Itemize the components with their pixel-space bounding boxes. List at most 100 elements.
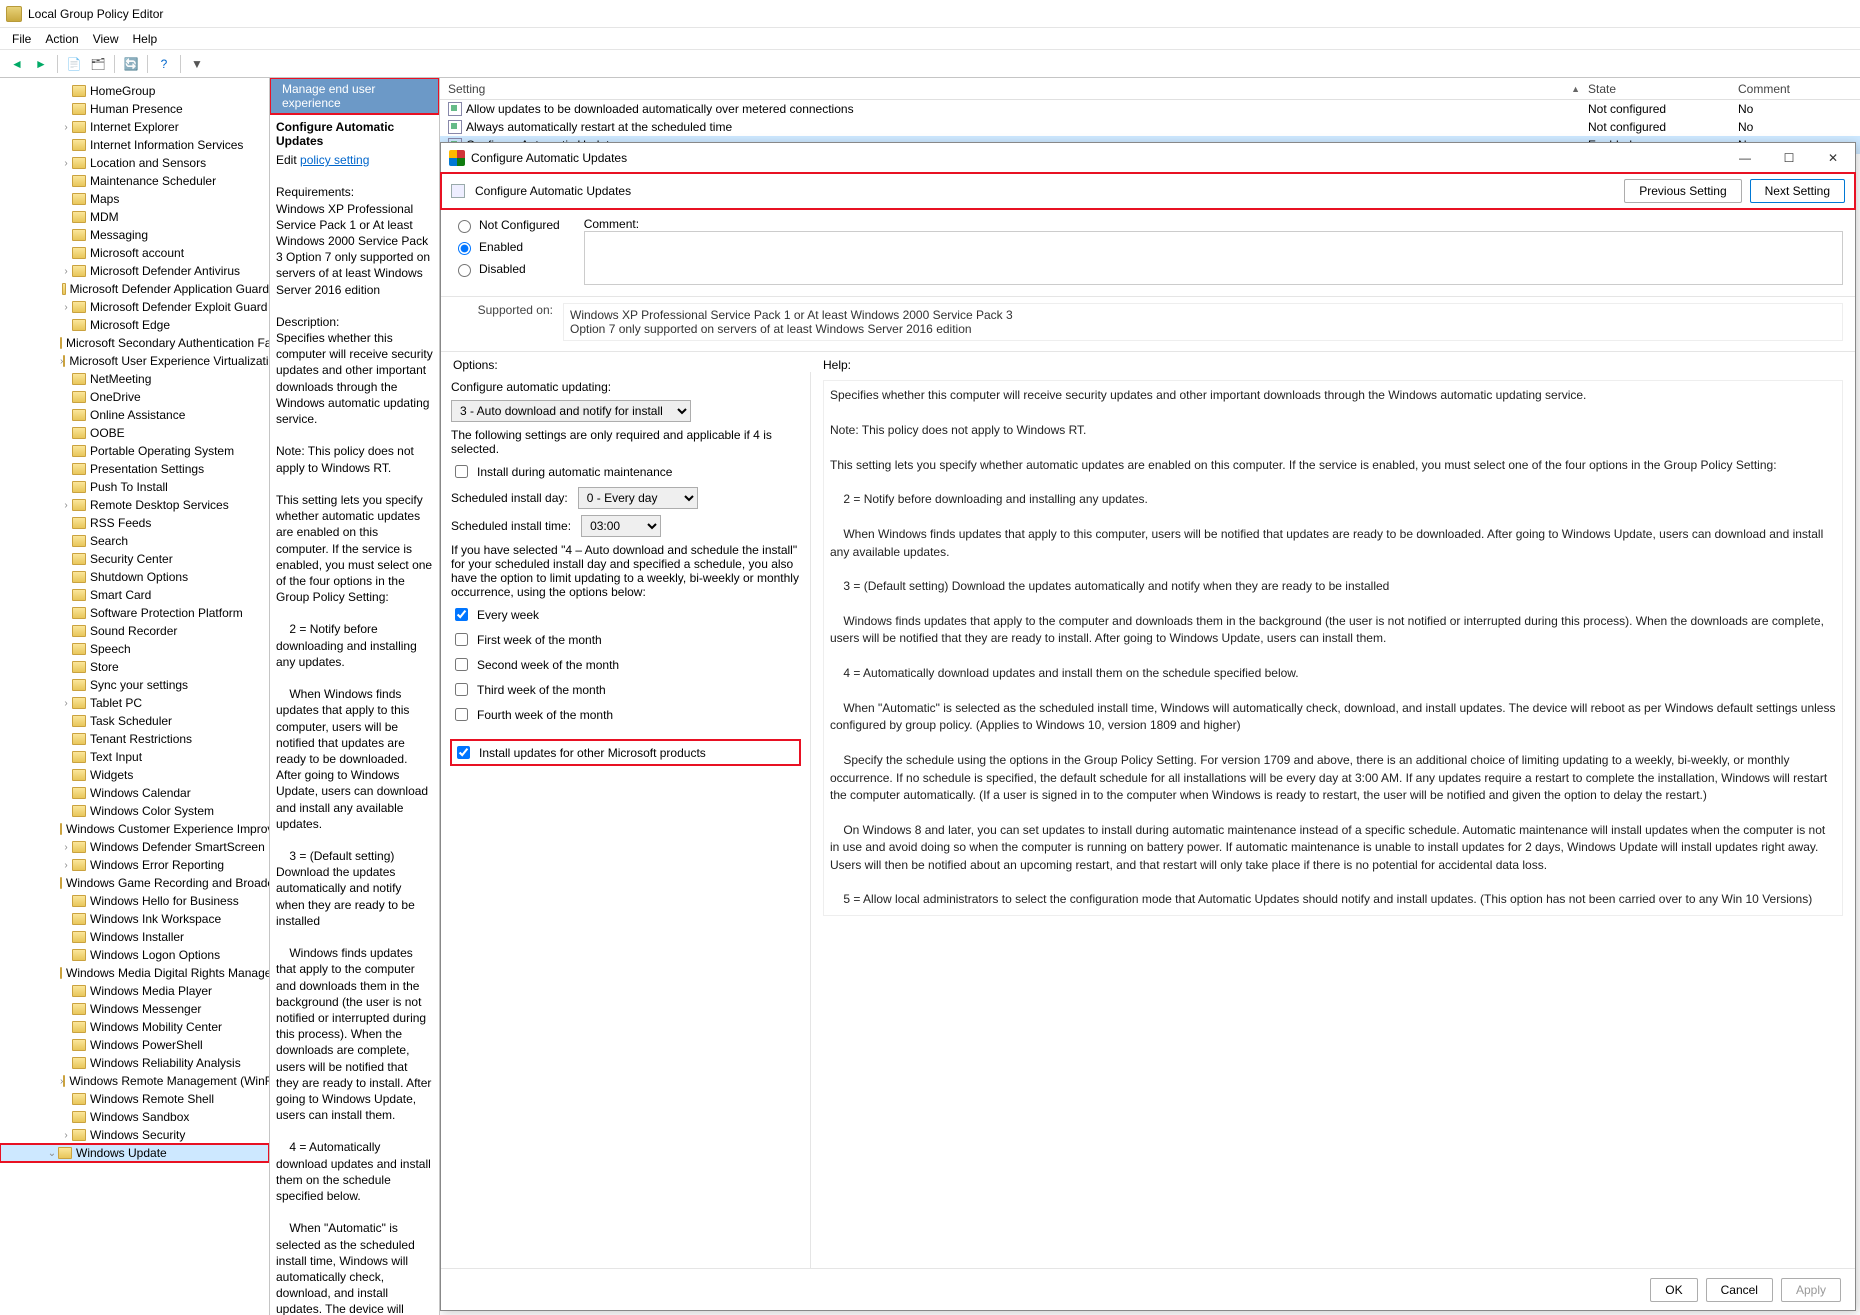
apply-button[interactable]: Apply — [1781, 1278, 1841, 1302]
tree-item[interactable]: Maps — [0, 190, 269, 208]
tree-item[interactable]: Microsoft Defender Application Guard — [0, 280, 269, 298]
maximize-button[interactable]: ☐ — [1767, 143, 1811, 173]
tree-item[interactable]: Microsoft Edge — [0, 316, 269, 334]
up-button[interactable]: 📄 — [63, 53, 85, 75]
nav-tree[interactable]: HomeGroupHuman Presence›Internet Explore… — [0, 78, 270, 1315]
tree-item[interactable]: Portable Operating System — [0, 442, 269, 460]
comment-field[interactable] — [584, 231, 1843, 285]
config-updating-select[interactable]: 3 - Auto download and notify for install — [451, 400, 691, 422]
expander-icon[interactable]: › — [60, 1130, 72, 1141]
col-comment[interactable]: Comment — [1730, 82, 1860, 96]
list-row[interactable]: Always automatically restart at the sche… — [440, 118, 1860, 136]
expander-icon[interactable]: › — [60, 698, 72, 709]
expander-icon[interactable]: › — [60, 158, 72, 169]
tree-item[interactable]: ›Windows Error Reporting — [0, 856, 269, 874]
menu-help[interactable]: Help — [133, 32, 158, 46]
tree-item[interactable]: Microsoft account — [0, 244, 269, 262]
tree-item[interactable]: ›Windows Security — [0, 1126, 269, 1144]
tree-item[interactable]: ⌄Windows Update — [0, 1144, 269, 1162]
tree-item[interactable]: Online Assistance — [0, 406, 269, 424]
tree-item[interactable]: OneDrive — [0, 388, 269, 406]
refresh-button[interactable]: 🔄 — [120, 53, 142, 75]
minimize-button[interactable]: — — [1723, 143, 1767, 173]
tree-item[interactable]: Windows Color System — [0, 802, 269, 820]
menu-view[interactable]: View — [93, 32, 119, 46]
tree-item[interactable]: ›Microsoft User Experience Virtualizatio… — [0, 352, 269, 370]
sched-time-select[interactable]: 03:00 — [581, 515, 661, 537]
cancel-button[interactable]: Cancel — [1706, 1278, 1773, 1302]
tree-item[interactable]: ›Windows Remote Management (WinRM) — [0, 1072, 269, 1090]
tree-item[interactable]: ›Internet Explorer — [0, 118, 269, 136]
tree-item[interactable]: Windows Logon Options — [0, 946, 269, 964]
close-button[interactable]: ✕ — [1811, 143, 1855, 173]
tree-item[interactable]: Windows Mobility Center — [0, 1018, 269, 1036]
fourth-week-checkbox[interactable]: Fourth week of the month — [451, 705, 800, 724]
tree-item[interactable]: Presentation Settings — [0, 460, 269, 478]
tree-item[interactable]: Tenant Restrictions — [0, 730, 269, 748]
tree-item[interactable]: Windows Reliability Analysis — [0, 1054, 269, 1072]
back-button[interactable]: ◄ — [6, 53, 28, 75]
filter-button[interactable]: ▼ — [186, 53, 208, 75]
col-setting[interactable]: Setting — [440, 82, 1571, 96]
tree-item[interactable]: Widgets — [0, 766, 269, 784]
tree-item[interactable]: Windows Ink Workspace — [0, 910, 269, 928]
tree-item[interactable]: Sync your settings — [0, 676, 269, 694]
previous-setting-button[interactable]: Previous Setting — [1624, 179, 1741, 203]
tree-item[interactable]: Windows Remote Shell — [0, 1090, 269, 1108]
tree-item[interactable]: Speech — [0, 640, 269, 658]
tree-item[interactable]: Software Protection Platform — [0, 604, 269, 622]
tree-item[interactable]: ›Remote Desktop Services — [0, 496, 269, 514]
forward-button[interactable]: ► — [30, 53, 52, 75]
menu-file[interactable]: File — [12, 32, 31, 46]
menu-action[interactable]: Action — [45, 32, 78, 46]
expander-icon[interactable]: › — [60, 122, 72, 133]
tree-item[interactable]: Windows Installer — [0, 928, 269, 946]
tree-item[interactable]: Task Scheduler — [0, 712, 269, 730]
help-button[interactable]: ? — [153, 53, 175, 75]
tree-item[interactable]: Shutdown Options — [0, 568, 269, 586]
install-during-maint-checkbox[interactable]: Install during automatic maintenance — [451, 462, 800, 481]
tree-item[interactable]: ›Location and Sensors — [0, 154, 269, 172]
tree-item[interactable]: NetMeeting — [0, 370, 269, 388]
ok-button[interactable]: OK — [1650, 1278, 1697, 1302]
tree-item[interactable]: Store — [0, 658, 269, 676]
tree-item[interactable]: Maintenance Scheduler — [0, 172, 269, 190]
expander-icon[interactable]: › — [60, 500, 72, 511]
first-week-checkbox[interactable]: First week of the month — [451, 630, 800, 649]
tree-item[interactable]: OOBE — [0, 424, 269, 442]
expander-icon[interactable]: › — [60, 860, 72, 871]
second-week-checkbox[interactable]: Second week of the month — [451, 655, 800, 674]
tree-item[interactable]: RSS Feeds — [0, 514, 269, 532]
tree-item[interactable]: Windows Customer Experience Improvement — [0, 820, 269, 838]
other-ms-products-checkbox[interactable]: Install updates for other Microsoft prod… — [451, 740, 800, 765]
list-row[interactable]: Allow updates to be downloaded automatic… — [440, 100, 1860, 118]
radio-disabled[interactable]: Disabled — [453, 261, 560, 277]
tree-item[interactable]: Windows Game Recording and Broadcasting — [0, 874, 269, 892]
tree-item[interactable]: Windows Media Player — [0, 982, 269, 1000]
every-week-checkbox[interactable]: Every week — [451, 605, 800, 624]
tree-item[interactable]: Search — [0, 532, 269, 550]
next-setting-button[interactable]: Next Setting — [1750, 179, 1845, 203]
show-hide-tree-button[interactable]: 🗂 — [87, 53, 109, 75]
expander-icon[interactable]: ⌄ — [46, 1148, 58, 1159]
expander-icon[interactable]: › — [60, 302, 72, 313]
expander-icon[interactable]: › — [60, 842, 72, 853]
tree-item[interactable]: ›Microsoft Defender Exploit Guard — [0, 298, 269, 316]
tree-item[interactable]: ›Tablet PC — [0, 694, 269, 712]
tree-item[interactable]: Windows Calendar — [0, 784, 269, 802]
sched-day-select[interactable]: 0 - Every day — [578, 487, 698, 509]
radio-enabled[interactable]: Enabled — [453, 239, 560, 255]
tree-item[interactable]: Push To Install — [0, 478, 269, 496]
tree-item[interactable]: ›Microsoft Defender Antivirus — [0, 262, 269, 280]
tree-item[interactable]: Security Center — [0, 550, 269, 568]
col-state[interactable]: State — [1580, 82, 1730, 96]
tree-item[interactable]: Windows PowerShell — [0, 1036, 269, 1054]
expander-icon[interactable]: › — [60, 266, 72, 277]
tree-item[interactable]: HomeGroup — [0, 82, 269, 100]
tree-item[interactable]: Windows Messenger — [0, 1000, 269, 1018]
tree-item[interactable]: Microsoft Secondary Authentication Facto… — [0, 334, 269, 352]
tree-item[interactable]: Human Presence — [0, 100, 269, 118]
tree-item[interactable]: ›Windows Defender SmartScreen — [0, 838, 269, 856]
tree-item[interactable]: Smart Card — [0, 586, 269, 604]
tree-item[interactable]: Windows Sandbox — [0, 1108, 269, 1126]
